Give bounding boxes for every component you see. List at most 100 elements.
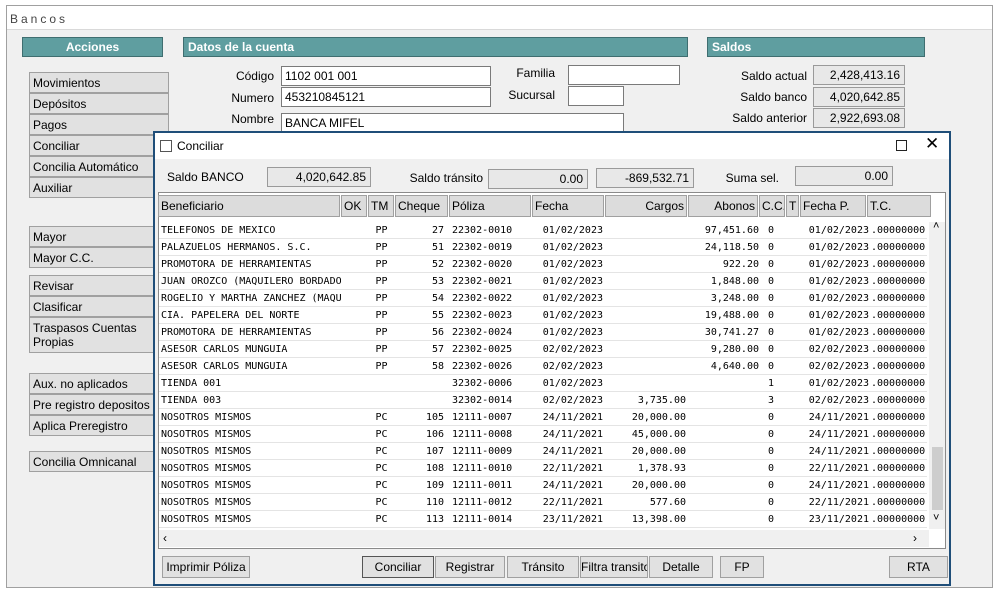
- cell-pol: 12111-0008: [452, 429, 513, 440]
- scroll-thumb[interactable]: [932, 447, 943, 510]
- cell-fec: 01/02/2023: [542, 293, 603, 304]
- imprimir-poliza-button[interactable]: Imprimir Póliza: [162, 556, 250, 578]
- conciliar-button[interactable]: Conciliar: [29, 135, 169, 156]
- cell-ben: ASESOR CARLOS MUNGUIA: [161, 361, 288, 372]
- mayor-button[interactable]: Mayor: [29, 226, 169, 247]
- horizontal-scrollbar[interactable]: ‹ ›: [159, 530, 929, 547]
- clasificar-button[interactable]: Clasificar: [29, 296, 169, 317]
- close-icon[interactable]: ✕: [925, 134, 939, 154]
- table-row[interactable]: NOSOTROS MISMOS PC 107 12111-0009 24/11/2021…: [159, 443, 927, 460]
- traspasos-button[interactable]: Traspasos Cuentas Propias: [29, 317, 169, 353]
- aplica-preregistro-button[interactable]: Aplica Preregistro: [29, 415, 169, 436]
- aux-no-aplicados-button[interactable]: Aux. no aplicados: [29, 373, 169, 394]
- scroll-down-icon[interactable]: ˅: [933, 512, 939, 524]
- cell-fp: 02/02/2023: [808, 344, 869, 355]
- rta-button[interactable]: RTA: [889, 556, 948, 578]
- cell-tm: PP: [375, 242, 388, 253]
- cell-ben: ROGELIO Y MARTHA ZANCHEZ (MAQU: [161, 293, 341, 304]
- table-row[interactable]: ASESOR CARLOS MUNGUIA PP 58 22302-0026 02/02…: [159, 358, 927, 375]
- sucursal-field[interactable]: [568, 86, 624, 106]
- cell-tm: PP: [375, 327, 388, 338]
- column-header-tc[interactable]: T.C.: [867, 195, 931, 217]
- pre-registro-button[interactable]: Pre registro depositos: [29, 394, 169, 415]
- maximize-icon[interactable]: [896, 140, 907, 151]
- numero-field[interactable]: 453210845121: [281, 87, 491, 107]
- familia-field[interactable]: [568, 65, 680, 85]
- table-row[interactable]: NOSOTROS MISMOS PC 106 12111-0008 24/11/2021…: [159, 426, 927, 443]
- cell-tc: .00000000: [871, 412, 926, 423]
- cell-tm: PC: [375, 446, 388, 457]
- column-header-poliza[interactable]: Póliza: [449, 195, 531, 217]
- actions-header: Acciones: [22, 37, 163, 57]
- table-row[interactable]: PROMOTORA DE HERRAMIENTAS PP 56 22302-0024 0…: [159, 324, 927, 341]
- cell-tc: .00000000: [871, 446, 926, 457]
- table-row[interactable]: TIENDA 003 32302-0014 02/02/2023 3,735.00 3 0…: [159, 392, 927, 409]
- column-header-tm[interactable]: TM: [368, 195, 394, 217]
- column-header-cargos[interactable]: Cargos: [605, 195, 687, 217]
- column-header-fecha[interactable]: Fecha: [532, 195, 604, 217]
- cell-cc: 1: [767, 378, 775, 389]
- mayor-cc-button[interactable]: Mayor C.C.: [29, 247, 169, 268]
- vertical-scrollbar[interactable]: ˄ ˅: [929, 220, 945, 529]
- column-header-t[interactable]: T: [786, 195, 799, 217]
- nombre-field[interactable]: BANCA MIFEL: [281, 113, 624, 133]
- cell-pol: 12111-0014: [452, 514, 513, 525]
- cell-fp: 01/02/2023: [808, 276, 869, 287]
- table-row[interactable]: NOSOTROS MISMOS PC 113 12111-0014 23/11/2021…: [159, 511, 927, 528]
- codigo-field[interactable]: 1102 001 001: [281, 66, 491, 86]
- auxiliar-button[interactable]: Auxiliar: [29, 177, 169, 198]
- table-row[interactable]: PALAZUELOS HERMANOS. S.C. PP 51 22302-0019 0…: [159, 239, 927, 256]
- revisar-button[interactable]: Revisar: [29, 275, 169, 296]
- cell-fec: 01/02/2023: [542, 310, 603, 321]
- cell-ben: PROMOTORA DE HERRAMIENTAS: [161, 327, 312, 338]
- column-header-ok[interactable]: OK: [341, 195, 367, 217]
- cell-fec: 24/11/2021: [542, 480, 603, 491]
- depositos-button[interactable]: Depósitos: [29, 93, 169, 114]
- cell-pol: 12111-0011: [452, 480, 513, 491]
- table-row[interactable]: NOSOTROS MISMOS PC 108 12111-0010 22/11/2021…: [159, 460, 927, 477]
- cell-ben: JUAN OROZCO (MAQUILERO BORDADO: [161, 276, 341, 287]
- detalle-button[interactable]: Detalle: [649, 556, 713, 578]
- table-row[interactable]: TELEFONOS DE MEXICO PP 27 22302-0010 01/02/2…: [159, 222, 927, 239]
- table-row[interactable]: ASESOR CARLOS MUNGUIA PP 57 22302-0025 02/02…: [159, 341, 927, 358]
- scroll-up-icon[interactable]: ˄: [933, 220, 939, 232]
- table-row[interactable]: NOSOTROS MISMOS PC 109 12111-0011 24/11/2021…: [159, 477, 927, 494]
- cell-fp: 23/11/2021: [808, 514, 869, 525]
- filtra-transito-button[interactable]: Filtra transito: [580, 556, 648, 578]
- cell-fp: 01/02/2023: [808, 378, 869, 389]
- cell-fp: 01/02/2023: [808, 327, 869, 338]
- column-header-beneficiario[interactable]: Beneficiario: [158, 195, 340, 217]
- fp-button[interactable]: FP: [720, 556, 764, 578]
- cell-car: 3,735.00: [637, 395, 686, 406]
- cell-fp: 24/11/2021: [808, 412, 869, 423]
- conciliar-button[interactable]: Conciliar: [362, 556, 434, 578]
- concilia-automatico-button[interactable]: Concilia Automático: [29, 156, 169, 177]
- cell-tc: .00000000: [871, 259, 926, 270]
- scroll-left-icon[interactable]: ‹: [163, 531, 167, 545]
- pagos-button[interactable]: Pagos: [29, 114, 169, 135]
- concilia-omnicanal-button[interactable]: Concilia Omnicanal: [29, 451, 169, 472]
- column-header-abonos[interactable]: Abonos: [688, 195, 758, 217]
- transito-button[interactable]: Tránsito: [507, 556, 579, 578]
- cell-abo: 9,280.00: [710, 344, 759, 355]
- cell-cc: 0: [767, 446, 775, 457]
- cell-car: 1,378.93: [637, 463, 686, 474]
- scroll-right-icon[interactable]: ›: [913, 531, 917, 545]
- cell-car: 577.60: [649, 497, 686, 508]
- table-row[interactable]: ROGELIO Y MARTHA ZANCHEZ (MAQU PP 54 22302-…: [159, 290, 927, 307]
- window-title: Bancos: [7, 6, 992, 30]
- table-row[interactable]: TIENDA 001 32302-0006 01/02/2023 1 01/02/202…: [159, 375, 927, 392]
- cell-pol: 12111-0010: [452, 463, 513, 474]
- registrar-button[interactable]: Registrar: [435, 556, 505, 578]
- cell-chq: 56: [431, 327, 444, 338]
- movimientos-button[interactable]: Movimientos: [29, 72, 169, 93]
- table-row[interactable]: PROMOTORA DE HERRAMIENTAS PP 52 22302-0020 0…: [159, 256, 927, 273]
- table-row[interactable]: JUAN OROZCO (MAQUILERO BORDADO PP 53 22302-…: [159, 273, 927, 290]
- column-header-fechap[interactable]: Fecha P.: [800, 195, 866, 217]
- table-row[interactable]: CIA. PAPELERA DEL NORTE PP 55 22302-0023 01/…: [159, 307, 927, 324]
- column-header-cheque[interactable]: Cheque: [395, 195, 448, 217]
- column-header-cc[interactable]: C.C.: [759, 195, 785, 217]
- cell-fec: 01/02/2023: [542, 378, 603, 389]
- table-row[interactable]: NOSOTROS MISMOS PC 110 12111-0012 22/11/2021…: [159, 494, 927, 511]
- table-row[interactable]: NOSOTROS MISMOS PC 105 12111-0007 24/11/2021…: [159, 409, 927, 426]
